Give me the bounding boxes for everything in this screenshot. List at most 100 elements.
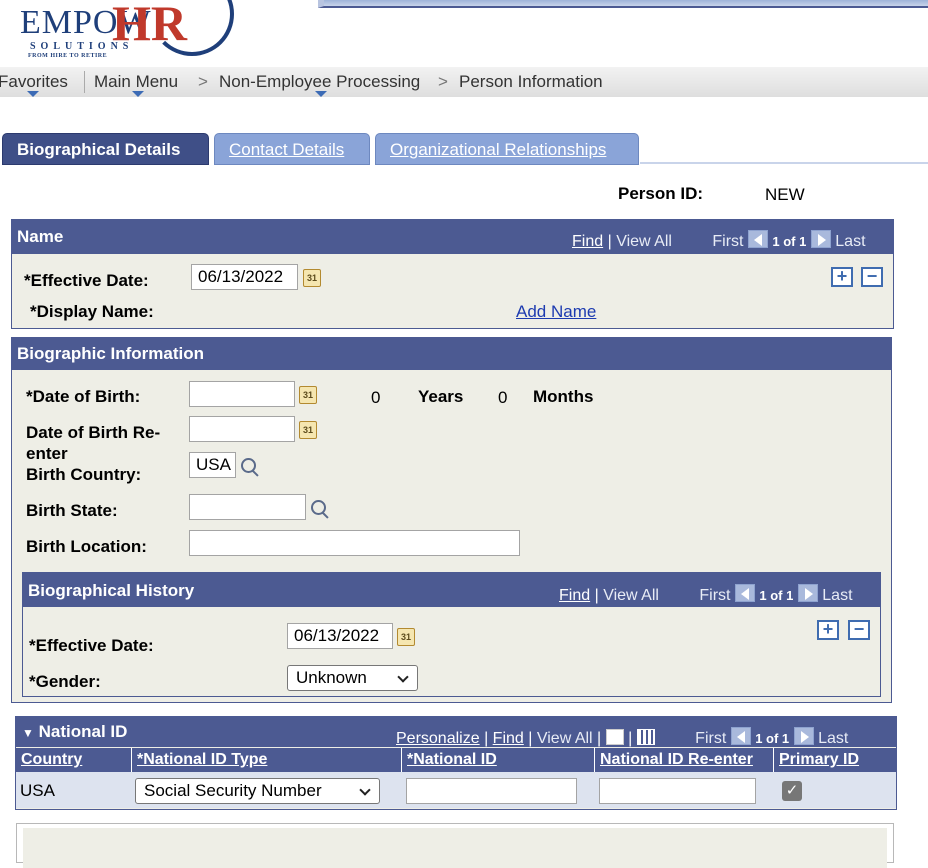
pipe-separator: |: [528, 730, 533, 747]
grid-view-all: View All: [536, 730, 593, 747]
name-last-label: Last: [835, 233, 866, 250]
column-header-national-id-reenter[interactable]: National ID Re-enter: [596, 748, 774, 772]
tab-underline: [640, 162, 928, 164]
logo-tagline: FROM HIRE TO RETIRE: [28, 53, 108, 59]
biographical-history-title: Biographical History: [28, 581, 195, 600]
pipe-separator: |: [597, 730, 602, 747]
age-months-label: Months: [533, 387, 594, 406]
tab-contact-details[interactable]: Contact Details: [214, 133, 370, 165]
main-menu[interactable]: Main Menu: [94, 72, 178, 92]
lookup-search-icon[interactable]: [309, 498, 331, 520]
name-section-title: Name: [17, 227, 64, 246]
gender-label: *Gender:: [29, 672, 101, 691]
national-id-reenter-input[interactable]: [599, 778, 756, 804]
biographic-information-header: Biographic Information: [12, 338, 891, 370]
pipe-separator: |: [607, 233, 612, 250]
breadcrumb-person-information: Person Information: [459, 72, 603, 91]
column-header-country[interactable]: Country: [16, 748, 132, 772]
row-country-value: USA: [20, 781, 55, 800]
grid-first-label: First: [695, 730, 727, 747]
age-months-value: 0: [498, 388, 508, 407]
dob-reenter-label-line1: Date of Birth Re-: [26, 423, 161, 442]
add-row-plus-icon[interactable]: +: [831, 267, 853, 287]
zoom-grid-icon[interactable]: [605, 729, 624, 745]
gender-select[interactable]: Unknown: [287, 665, 418, 691]
birth-country-input[interactable]: USA: [189, 452, 236, 478]
history-first-label: First: [699, 587, 731, 604]
column-header-national-id-type[interactable]: *National ID Type: [133, 748, 402, 772]
national-id-controls: Personalize | Find | View All | | First …: [396, 727, 848, 748]
download-excel-icon[interactable]: [636, 729, 655, 745]
birth-state-label: Birth State:: [26, 501, 118, 520]
person-id-value: NEW: [765, 185, 805, 204]
birth-location-label: Birth Location:: [26, 537, 147, 556]
national-id-type-select[interactable]: Social Security Number: [135, 778, 380, 804]
birth-country-label: Birth Country:: [26, 465, 142, 484]
grid-row-count: 1 of 1: [755, 731, 790, 746]
history-effective-date-label: *Effective Date:: [29, 636, 154, 655]
gender-select-value: Unknown: [296, 668, 367, 687]
name-effective-date-input[interactable]: 06/13/2022: [191, 264, 298, 290]
grid-last-label: Last: [818, 730, 849, 747]
navigation-bar: Favorites Main Menu > Non-Employee Proce…: [0, 67, 928, 97]
delete-row-minus-icon[interactable]: −: [861, 267, 883, 287]
national-id-title: National ID: [38, 722, 128, 741]
history-effective-date-input[interactable]: 06/13/2022: [287, 623, 393, 649]
name-effective-date-label: *Effective Date:: [24, 271, 149, 290]
breadcrumb-separator-icon: >: [438, 72, 448, 91]
next-arrow-icon[interactable]: [797, 584, 818, 602]
calendar-icon[interactable]: 31: [303, 269, 321, 287]
primary-id-checkbox[interactable]: ✓: [782, 781, 802, 801]
tab-organizational-relationships[interactable]: Organizational Relationships: [375, 133, 639, 165]
lookup-search-icon[interactable]: [239, 456, 261, 478]
name-find-link[interactable]: Find: [572, 233, 603, 250]
previous-arrow-icon[interactable]: [734, 584, 755, 602]
history-find-link[interactable]: Find: [559, 587, 590, 604]
column-header-national-id[interactable]: *National ID: [403, 748, 595, 772]
calendar-icon[interactable]: 31: [299, 386, 317, 404]
delete-row-minus-icon[interactable]: −: [848, 620, 870, 640]
previous-arrow-icon[interactable]: [747, 230, 768, 248]
pipe-separator: |: [594, 587, 599, 604]
add-name-link[interactable]: Add Name: [516, 302, 596, 322]
personalize-link[interactable]: Personalize: [396, 730, 480, 747]
tab-biographical-details[interactable]: Biographical Details: [2, 133, 209, 165]
person-id-label: Person ID:: [618, 184, 704, 203]
favorites-caret-icon[interactable]: [27, 91, 39, 97]
biographic-information-title: Biographic Information: [17, 344, 204, 363]
next-section-body: [23, 828, 887, 868]
next-arrow-icon[interactable]: [810, 230, 831, 248]
dob-reenter-label-line2: enter: [26, 444, 68, 463]
chevron-down-icon: [397, 671, 409, 683]
favorites-menu[interactable]: Favorites: [0, 72, 68, 92]
history-view-all: View All: [603, 587, 659, 604]
name-row-count: 1 of 1: [772, 234, 807, 249]
column-header-primary-id[interactable]: Primary ID: [775, 748, 896, 772]
biographical-history-controls: Find | View All First 1 of 1 Last: [559, 584, 853, 605]
breadcrumb-caret-icon[interactable]: [315, 91, 327, 97]
date-of-birth-input[interactable]: [189, 381, 295, 407]
breadcrumb-non-employee-processing[interactable]: Non-Employee Processing: [219, 72, 420, 92]
header-bar: [318, 0, 928, 8]
add-row-plus-icon[interactable]: +: [817, 620, 839, 640]
next-arrow-icon[interactable]: [793, 727, 814, 745]
calendar-icon[interactable]: 31: [299, 421, 317, 439]
pipe-separator: |: [628, 730, 633, 747]
logo-brand-sub: SOLUTIONS: [30, 41, 134, 52]
previous-arrow-icon[interactable]: [730, 727, 751, 745]
national-id-input[interactable]: [406, 778, 577, 804]
calendar-icon[interactable]: 31: [397, 628, 415, 646]
age-years-value: 0: [371, 388, 381, 407]
dob-reenter-input[interactable]: [189, 416, 295, 442]
birth-state-input[interactable]: [189, 494, 306, 520]
collapse-triangle-icon[interactable]: ▼: [22, 726, 34, 740]
next-section-box: [16, 823, 894, 868]
birth-location-input[interactable]: [189, 530, 520, 556]
name-section-controls: Find | View All First 1 of 1 Last: [572, 230, 866, 251]
national-id-type-value: Social Security Number: [144, 781, 322, 800]
pipe-separator: |: [484, 730, 489, 747]
main-menu-caret-icon[interactable]: [132, 91, 144, 97]
age-years-label: Years: [418, 387, 464, 406]
company-logo: EMPOW HR SOLUTIONS FROM HIRE TO RETIRE: [0, 0, 240, 66]
grid-find-link[interactable]: Find: [493, 730, 524, 747]
